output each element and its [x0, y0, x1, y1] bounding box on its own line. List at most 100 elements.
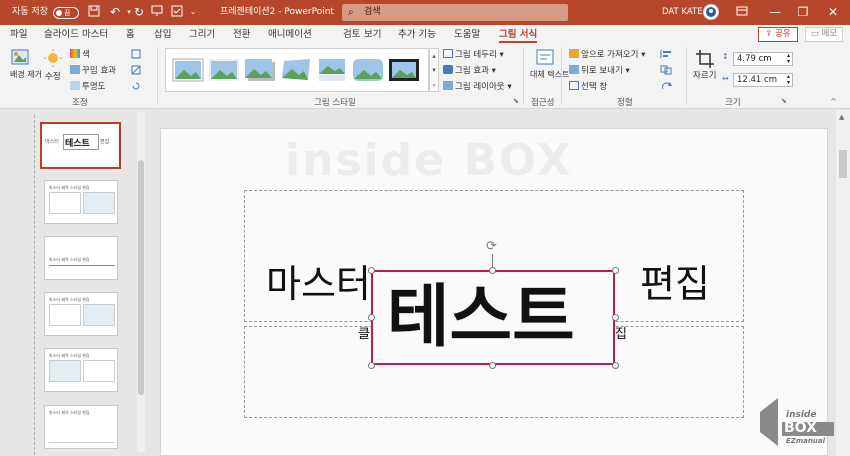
tab-help[interactable]: 도움말: [454, 25, 480, 44]
picture-effects-button[interactable]: 그림 효과 ▾: [443, 65, 496, 77]
color-button[interactable]: 색: [70, 49, 90, 61]
width-icon: ↔: [722, 74, 729, 83]
resize-handle-se[interactable]: [612, 362, 619, 369]
spinner-arrows-icon[interactable]: ▴ ▾: [787, 53, 790, 65]
send-backward-button[interactable]: 뒤로 보내기 ▾: [569, 65, 630, 77]
dialog-launcher-icon[interactable]: ⬊: [781, 97, 787, 105]
slide-thumbnail-1[interactable]: 마스터 테스트 편집: [40, 122, 121, 169]
picture-style-reflected[interactable]: [316, 58, 348, 82]
color-icon: [70, 49, 80, 58]
slide-thumbnail-3[interactable]: 마스터 제목 스타일 편집: [44, 236, 118, 280]
tab-view[interactable]: 보기: [364, 25, 381, 44]
height-value: 4.79 cm: [737, 54, 772, 64]
size-group-label: 크기: [725, 98, 741, 108]
qat-more-icon[interactable]: ⌄: [186, 5, 200, 19]
redo-icon[interactable]: ↻: [132, 5, 146, 19]
tab-slide-master[interactable]: 슬라이드 마스터: [44, 25, 108, 44]
spinner-arrows-icon[interactable]: ▴ ▾: [787, 74, 790, 86]
tab-insert[interactable]: 삽입: [154, 25, 171, 44]
send-backward-icon: [569, 65, 579, 74]
resize-handle-s[interactable]: [489, 362, 496, 369]
ribbon-display-icon[interactable]: [735, 5, 749, 19]
align-icon[interactable]: [660, 49, 676, 59]
user-name[interactable]: DAT KATE: [662, 0, 703, 25]
height-input[interactable]: 4.79 cm ▴ ▾: [733, 52, 793, 66]
close-button[interactable]: ✕: [826, 5, 840, 19]
share-button[interactable]: ⇪ 공유: [758, 27, 798, 42]
artistic-effects-button[interactable]: 꾸밈 효과: [70, 65, 116, 77]
slide-thumbnail-2[interactable]: 마스터 제목 스타일 편집: [44, 180, 118, 224]
corrections-button[interactable]: 수정: [45, 72, 61, 83]
resize-handle-w[interactable]: [368, 314, 375, 321]
tab-home[interactable]: 홈: [126, 25, 135, 44]
thumb-content-box: [49, 360, 81, 382]
picture-style-thick-black[interactable]: [388, 58, 420, 82]
avatar[interactable]: [703, 4, 719, 20]
gallery-more-icon[interactable]: ⌄: [431, 80, 437, 88]
gallery-up-icon[interactable]: ▴: [432, 52, 436, 60]
slide-thumbnail-5[interactable]: 마스터 제목 스타일 편집: [44, 348, 118, 392]
rotate-icon[interactable]: [660, 81, 676, 91]
selected-textbox[interactable]: 테스트: [371, 270, 615, 365]
remove-background-icon[interactable]: [10, 48, 30, 68]
undo-icon[interactable]: ↶: [108, 5, 122, 19]
picture-style-perspective[interactable]: [280, 58, 312, 82]
gallery-down-icon[interactable]: ▾: [432, 66, 436, 74]
thumbnail-scrollbar[interactable]: [137, 112, 145, 452]
rotate-handle-icon[interactable]: ⟳: [486, 240, 497, 254]
transparency-label: 투명도: [82, 82, 106, 92]
picture-style-soft-edge[interactable]: [208, 58, 240, 82]
bring-forward-button[interactable]: 앞으로 가져오기 ▾: [569, 49, 645, 61]
alt-text-icon[interactable]: [535, 48, 555, 68]
slide-thumbnail-6[interactable]: 마스터 제목 스타일 편집: [44, 405, 118, 449]
corrections-icon[interactable]: [43, 48, 63, 68]
selection-pane-button[interactable]: 선택 창: [569, 81, 607, 93]
alt-text-button[interactable]: 대체 텍스트: [530, 70, 569, 80]
scrollbar-thumb[interactable]: [839, 150, 847, 178]
resize-handle-ne[interactable]: [612, 267, 619, 274]
tab-picture-format[interactable]: 그림 서식: [499, 25, 538, 44]
tab-transitions[interactable]: 전환: [233, 25, 250, 44]
gallery-scroll[interactable]: ▴ ▾ ⌄: [429, 48, 439, 92]
comments-button[interactable]: ▭ 메모: [805, 27, 843, 42]
save-icon[interactable]: [87, 5, 101, 19]
picture-layout-button[interactable]: 그림 레이아웃 ▾: [443, 81, 512, 93]
width-input[interactable]: 12.41 cm ▴ ▾: [733, 73, 793, 87]
minimize-button[interactable]: —: [768, 5, 782, 19]
present-icon[interactable]: [150, 5, 164, 19]
compress-pictures-icon[interactable]: [131, 49, 141, 59]
tab-file[interactable]: 파일: [10, 25, 27, 44]
reset-picture-icon[interactable]: [131, 81, 141, 91]
canvas-scrollbar[interactable]: ▲: [836, 110, 850, 456]
picture-border-button[interactable]: 그림 테두리 ▾: [443, 49, 504, 61]
scroll-up-icon[interactable]: ▲: [839, 113, 844, 121]
customize-icon[interactable]: [170, 5, 184, 19]
crop-button[interactable]: 자르기: [693, 71, 716, 82]
picture-styles-gallery[interactable]: [165, 48, 429, 92]
picture-style-simple-frame[interactable]: [172, 58, 204, 82]
resize-handle-nw[interactable]: [368, 267, 375, 274]
tab-addins[interactable]: 추가 기능: [398, 25, 436, 44]
dialog-launcher-icon[interactable]: ⬊: [513, 97, 519, 105]
resize-handle-sw[interactable]: [368, 362, 375, 369]
autosave-toggle[interactable]: 끔: [53, 7, 79, 19]
title-text-left: 마스터: [266, 262, 371, 306]
picture-style-rounded[interactable]: [352, 58, 384, 82]
collapse-ribbon-icon[interactable]: ^: [830, 97, 837, 106]
remove-background-button[interactable]: 배경 제거: [10, 70, 42, 80]
maximize-button[interactable]: ❐: [796, 5, 810, 19]
slide-thumbnail-4[interactable]: 마스터 제목 스타일 편집: [44, 292, 118, 336]
picture-style-shadow[interactable]: [244, 58, 276, 82]
tab-review[interactable]: 검토: [343, 25, 360, 44]
transparency-button[interactable]: 투명도: [70, 81, 105, 93]
tab-draw[interactable]: 그리기: [189, 25, 215, 44]
tab-animations[interactable]: 애니메이션: [268, 25, 312, 44]
change-picture-icon[interactable]: [131, 65, 141, 75]
scrollbar-thumb[interactable]: [138, 160, 144, 395]
search-box[interactable]: ⌕ 검색: [342, 4, 568, 21]
accessibility-group-label: 접근성: [531, 98, 555, 108]
group-icon[interactable]: [660, 65, 676, 75]
resize-handle-n[interactable]: [489, 267, 496, 274]
resize-handle-e[interactable]: [612, 314, 619, 321]
crop-icon[interactable]: [695, 49, 715, 69]
